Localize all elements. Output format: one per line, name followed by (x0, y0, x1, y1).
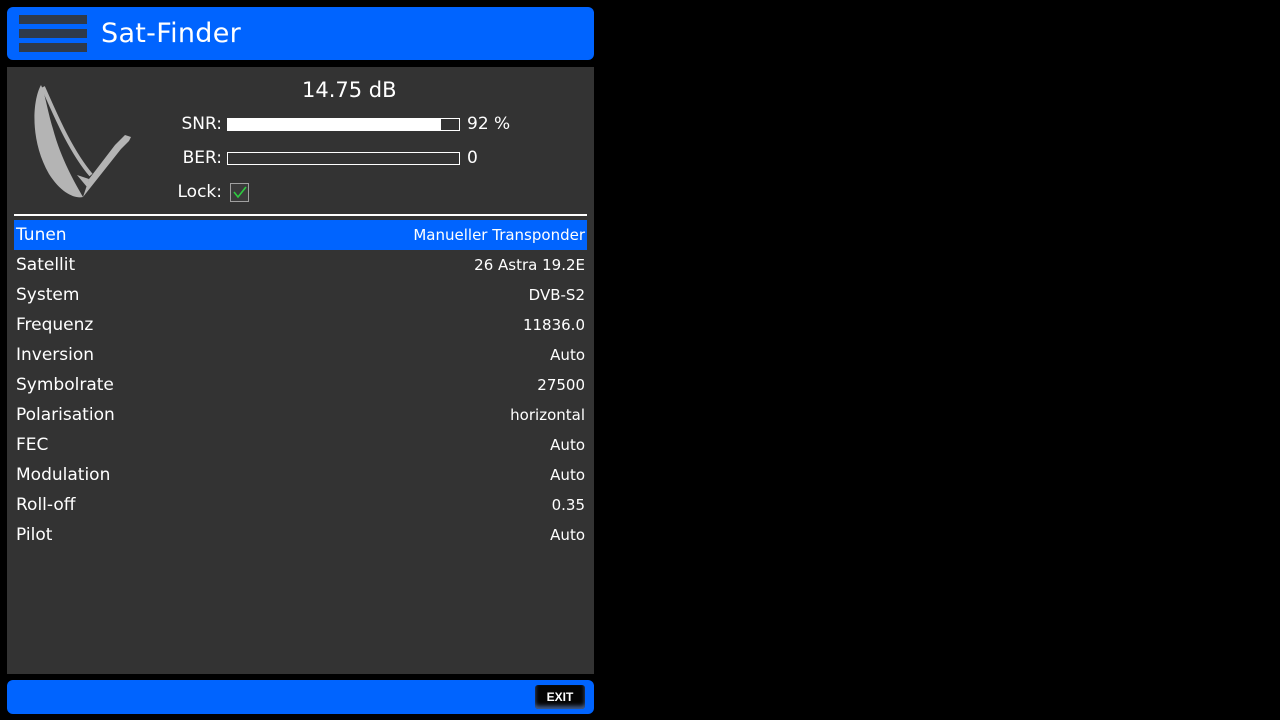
snr-meter: SNR: 92 % (167, 113, 567, 135)
row-value: Auto (550, 466, 585, 484)
footer-bar: EXIT (7, 680, 594, 714)
lock-indicator: Lock: (167, 181, 567, 203)
settings-row-fec[interactable]: FEC Auto (14, 430, 587, 460)
settings-row-pilot[interactable]: Pilot Auto (14, 520, 587, 550)
snr-label: SNR: (181, 114, 222, 134)
row-value: 26 Astra 19.2E (474, 256, 585, 274)
sat-finder-screen: Sat-Finder 14.75 dB SNR: 92 % BER: 0 Loc… (0, 0, 1280, 720)
row-value: horizontal (510, 406, 585, 424)
settings-row-symbolrate[interactable]: Symbolrate 27500 (14, 370, 587, 400)
settings-row-polarisation[interactable]: Polarisation horizontal (14, 400, 587, 430)
ber-meter: BER: 0 (167, 147, 567, 169)
row-label: Symbolrate (16, 375, 114, 395)
row-value: Manueller Transponder (413, 226, 585, 244)
row-value: Auto (550, 436, 585, 454)
settings-row-tunen[interactable]: Tunen Manueller Transponder (14, 220, 587, 250)
row-value: 11836.0 (522, 316, 585, 334)
main-panel: 14.75 dB SNR: 92 % BER: 0 Lock: Tunen Ma… (7, 67, 594, 674)
settings-row-frequenz[interactable]: Frequenz 11836.0 (14, 310, 587, 340)
row-label: Modulation (16, 465, 111, 485)
settings-row-roll-off[interactable]: Roll-off 0.35 (14, 490, 587, 520)
row-value: Auto (550, 526, 585, 544)
row-label: Frequenz (16, 315, 94, 335)
signal-level-value: 14.75 dB (302, 78, 397, 102)
row-label: Inversion (16, 345, 95, 365)
snr-bar-fill (228, 119, 441, 130)
menu-line (19, 43, 87, 52)
menu-line (19, 29, 87, 38)
row-label: System (16, 285, 80, 305)
ber-bar (227, 152, 460, 165)
row-label: Pilot (16, 525, 53, 545)
divider (14, 214, 587, 216)
satellite-dish-icon (34, 85, 131, 198)
snr-bar (227, 118, 460, 131)
settings-row-inversion[interactable]: Inversion Auto (14, 340, 587, 370)
row-label: Roll-off (16, 495, 76, 515)
row-value: 27500 (537, 376, 585, 394)
settings-row-satellit[interactable]: Satellit 26 Astra 19.2E (14, 250, 587, 280)
ber-value: 0 (467, 148, 478, 168)
lock-label: Lock: (177, 182, 223, 202)
ber-label: BER: (182, 148, 222, 168)
tuning-settings-list: Tunen Manueller Transponder Satellit 26 … (14, 220, 587, 550)
page-title: Sat-Finder (101, 18, 242, 49)
menu-line (19, 15, 87, 24)
settings-row-system[interactable]: System DVB-S2 (14, 280, 587, 310)
row-value: Auto (550, 346, 585, 364)
row-label: Polarisation (16, 405, 115, 425)
lock-checkbox (230, 183, 249, 202)
row-value: 0.35 (551, 496, 585, 514)
header-bar: Sat-Finder (7, 7, 594, 60)
row-label: Satellit (16, 255, 76, 275)
exit-button[interactable]: EXIT (535, 685, 585, 709)
settings-row-modulation[interactable]: Modulation Auto (14, 460, 587, 490)
row-label: Tunen (16, 225, 67, 245)
checkmark-icon (233, 186, 247, 199)
hamburger-menu-icon[interactable] (19, 15, 87, 52)
row-label: FEC (16, 435, 49, 455)
row-value: DVB-S2 (528, 286, 585, 304)
snr-value: 92 % (467, 114, 511, 134)
